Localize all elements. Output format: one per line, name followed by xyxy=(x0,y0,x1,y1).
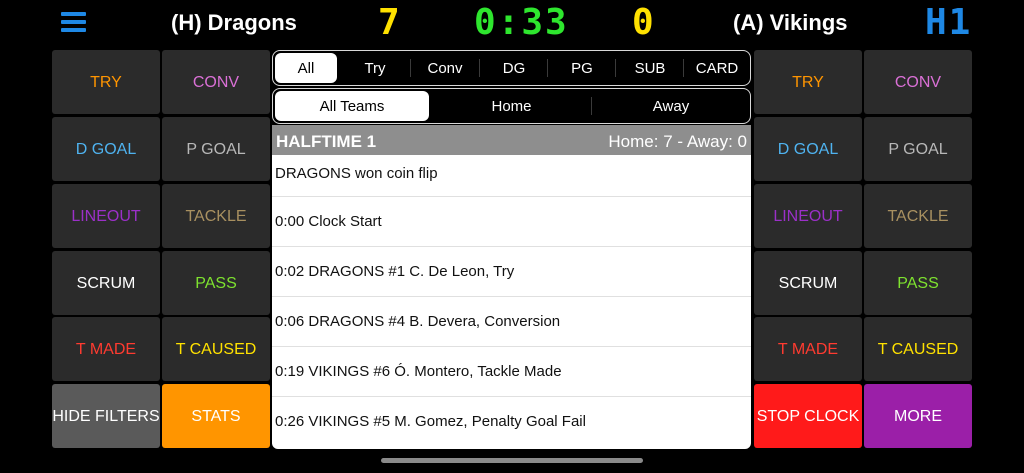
log-entry[interactable]: 0:19 VIKINGS #6 Ó. Montero, Tackle Made xyxy=(272,347,751,397)
log-section-header: HALFTIME 1 Home: 7 - Away: 0 xyxy=(272,125,751,155)
event-filter-conv[interactable]: Conv xyxy=(411,51,479,85)
team-filter-away[interactable]: Away xyxy=(592,89,750,123)
right-scrum-button[interactable]: SCRUM xyxy=(754,251,862,315)
left-pass-button[interactable]: PASS xyxy=(162,251,270,315)
event-filter-dg[interactable]: DG xyxy=(480,51,548,85)
game-clock[interactable]: 0:33 xyxy=(474,4,569,42)
right-p-goal-button[interactable]: P GOAL xyxy=(864,117,972,181)
right-lineout-button[interactable]: LINEOUT xyxy=(754,184,862,248)
event-log[interactable]: HALFTIME 1 Home: 7 - Away: 0 DRAGONS won… xyxy=(272,125,751,449)
log-section-score: Home: 7 - Away: 0 xyxy=(608,132,747,151)
right-try-button[interactable]: TRY xyxy=(754,50,862,114)
hamburger-menu-icon[interactable] xyxy=(61,12,86,33)
event-filter-pg[interactable]: PG xyxy=(548,51,616,85)
stop-clock-button[interactable]: STOP CLOCK xyxy=(754,384,862,448)
log-entry-text: DRAGONS won coin flip xyxy=(275,165,438,182)
event-filter-card[interactable]: CARD xyxy=(684,51,750,85)
left-scrum-button[interactable]: SCRUM xyxy=(52,251,160,315)
log-entry[interactable]: 0:00 Clock Start xyxy=(272,197,751,247)
left-lineout-button[interactable]: LINEOUT xyxy=(52,184,160,248)
home-score: 7 xyxy=(378,2,402,43)
left-t-caused-button[interactable]: T CAUSED xyxy=(162,317,270,381)
left-conv-button[interactable]: CONV xyxy=(162,50,270,114)
left-try-button[interactable]: TRY xyxy=(52,50,160,114)
log-entry-text: 0:26 VIKINGS #5 M. Gomez, Penalty Goal F… xyxy=(275,413,586,430)
away-team-name: (A) Vikings xyxy=(733,10,848,35)
log-entry-text: 0:19 VIKINGS #6 Ó. Montero, Tackle Made xyxy=(275,363,562,380)
log-entry[interactable]: 0:06 DRAGONS #4 B. Devera, Conversion xyxy=(272,297,751,347)
left-tackle-button[interactable]: TACKLE xyxy=(162,184,270,248)
log-entry-text: 0:02 DRAGONS #1 C. De Leon, Try xyxy=(275,263,515,280)
log-section-title: HALFTIME 1 xyxy=(276,132,377,151)
scoreboard: (H) Dragons 7 0:33 0 (A) Vikings H1 xyxy=(0,0,1024,46)
event-filter-try[interactable]: Try xyxy=(341,51,409,85)
log-entry-text: 0:00 Clock Start xyxy=(275,213,382,230)
right-conv-button[interactable]: CONV xyxy=(864,50,972,114)
right-t-made-button[interactable]: T MADE xyxy=(754,317,862,381)
log-entry[interactable]: DRAGONS won coin flip xyxy=(272,155,751,197)
stats-button[interactable]: STATS xyxy=(162,384,270,448)
team-filter-control: All Teams Home Away xyxy=(272,88,751,124)
hide-filters-button[interactable]: HIDE FILTERS xyxy=(52,384,160,448)
home-indicator[interactable] xyxy=(381,458,643,463)
log-entry-text: 0:06 DRAGONS #4 B. Devera, Conversion xyxy=(275,313,561,330)
home-team-name: (H) Dragons xyxy=(171,10,297,35)
event-filter-all[interactable]: All xyxy=(275,53,337,83)
right-pass-button[interactable]: PASS xyxy=(864,251,972,315)
away-score: 0 xyxy=(632,2,656,43)
left-p-goal-button[interactable]: P GOAL xyxy=(162,117,270,181)
team-filter-home[interactable]: Home xyxy=(433,89,590,123)
left-t-made-button[interactable]: T MADE xyxy=(52,317,160,381)
left-d-goal-button[interactable]: D GOAL xyxy=(52,117,160,181)
team-filter-all-teams[interactable]: All Teams xyxy=(275,91,429,121)
event-filter-sub[interactable]: SUB xyxy=(616,51,684,85)
right-tackle-button[interactable]: TACKLE xyxy=(864,184,972,248)
right-d-goal-button[interactable]: D GOAL xyxy=(754,117,862,181)
log-entry[interactable]: 0:02 DRAGONS #1 C. De Leon, Try xyxy=(272,247,751,297)
right-t-caused-button[interactable]: T CAUSED xyxy=(864,317,972,381)
log-entry[interactable]: 0:26 VIKINGS #5 M. Gomez, Penalty Goal F… xyxy=(272,397,751,447)
more-button[interactable]: MORE xyxy=(864,384,972,448)
event-filter-control: All Try Conv DG PG SUB CARD xyxy=(272,50,751,86)
half-indicator: H1 xyxy=(925,2,973,43)
